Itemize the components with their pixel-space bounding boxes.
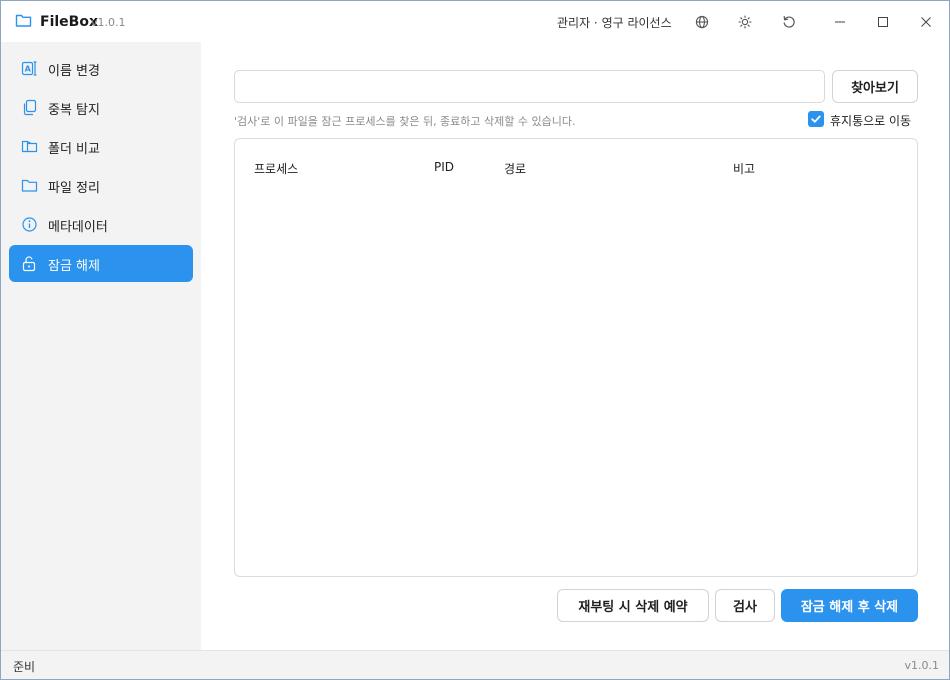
sidebar-item-metadata[interactable]: 메타데이터 — [9, 206, 193, 243]
unlock-delete-button[interactable]: 잠금 해제 후 삭제 — [781, 589, 918, 622]
sidebar-item-label: 파일 정리 — [48, 181, 100, 196]
status-version: v1.0.1 — [904, 659, 940, 672]
license-status: 관리자 · 영구 라이선스 — [557, 16, 672, 30]
folder-compare-icon — [21, 138, 38, 155]
reset-button[interactable] — [776, 9, 802, 35]
app-window: FileBox v1.0.1 관리자 · 영구 라이선스 A 이름 변경 중복 … — [0, 0, 950, 680]
sidebar-item-label: 폴더 비교 — [48, 142, 100, 157]
undo-icon — [782, 15, 796, 29]
info-icon — [21, 216, 38, 233]
status-text: 준비 — [13, 660, 36, 674]
hint-text: '검사'로 이 파일을 잠근 프로세스를 찾은 뒤, 종료하고 삭제할 수 있습… — [234, 115, 576, 128]
sidebar-item-label: 메타데이터 — [48, 220, 108, 235]
app-name: FileBox — [40, 14, 98, 30]
column-header-process[interactable]: 프로세스 — [254, 160, 298, 177]
schedule-delete-button[interactable]: 재부팅 시 삭제 예약 — [557, 589, 709, 622]
folder-icon — [21, 177, 38, 194]
minimize-icon — [834, 16, 846, 28]
close-icon — [920, 16, 932, 28]
file-path-input[interactable] — [234, 70, 825, 103]
sidebar-item-folder-compare[interactable]: 폴더 비교 — [9, 128, 193, 165]
sidebar-item-label: 이름 변경 — [48, 64, 100, 79]
svg-text:A: A — [25, 65, 32, 74]
process-table: 프로세스 PID 경로 비고 — [234, 138, 918, 577]
sidebar-item-rename[interactable]: A 이름 변경 — [9, 50, 193, 87]
unlock-icon — [21, 255, 38, 272]
scan-button[interactable]: 검사 — [715, 589, 775, 622]
globe-icon — [695, 15, 709, 29]
close-button[interactable] — [913, 9, 939, 35]
duplicate-icon — [21, 99, 38, 116]
sidebar: A 이름 변경 중복 탐지 폴더 비교 파일 정리 메타데이터 잠금 해제 — [1, 42, 201, 650]
sidebar-item-unlock[interactable]: 잠금 해제 — [9, 245, 193, 282]
folder-icon — [15, 13, 32, 28]
recycle-bin-label: 휴지통으로 이동 — [830, 114, 912, 128]
main-panel: 찾아보기 '검사'로 이 파일을 잠근 프로세스를 찾은 뒤, 종료하고 삭제할… — [201, 42, 949, 650]
column-header-pid[interactable]: PID — [434, 160, 454, 174]
rename-icon: A — [21, 60, 38, 77]
column-header-path[interactable]: 경로 — [504, 160, 526, 177]
maximize-button[interactable] — [870, 9, 896, 35]
status-bar: 준비 v1.0.1 — [1, 650, 949, 679]
sidebar-item-duplicates[interactable]: 중복 탐지 — [9, 89, 193, 126]
sidebar-item-organize[interactable]: 파일 정리 — [9, 167, 193, 204]
language-button[interactable] — [689, 9, 715, 35]
browse-button[interactable]: 찾아보기 — [832, 70, 918, 103]
checkmark-icon — [808, 111, 824, 127]
column-header-note[interactable]: 비고 — [733, 160, 755, 177]
title-bar: FileBox v1.0.1 관리자 · 영구 라이선스 — [1, 1, 949, 42]
sidebar-item-label: 중복 탐지 — [48, 103, 100, 118]
minimize-button[interactable] — [827, 9, 853, 35]
maximize-icon — [877, 16, 889, 28]
app-version: v1.0.1 — [91, 16, 126, 29]
sidebar-item-label: 잠금 해제 — [48, 259, 100, 274]
sun-icon — [738, 15, 752, 29]
theme-toggle-button[interactable] — [732, 9, 758, 35]
